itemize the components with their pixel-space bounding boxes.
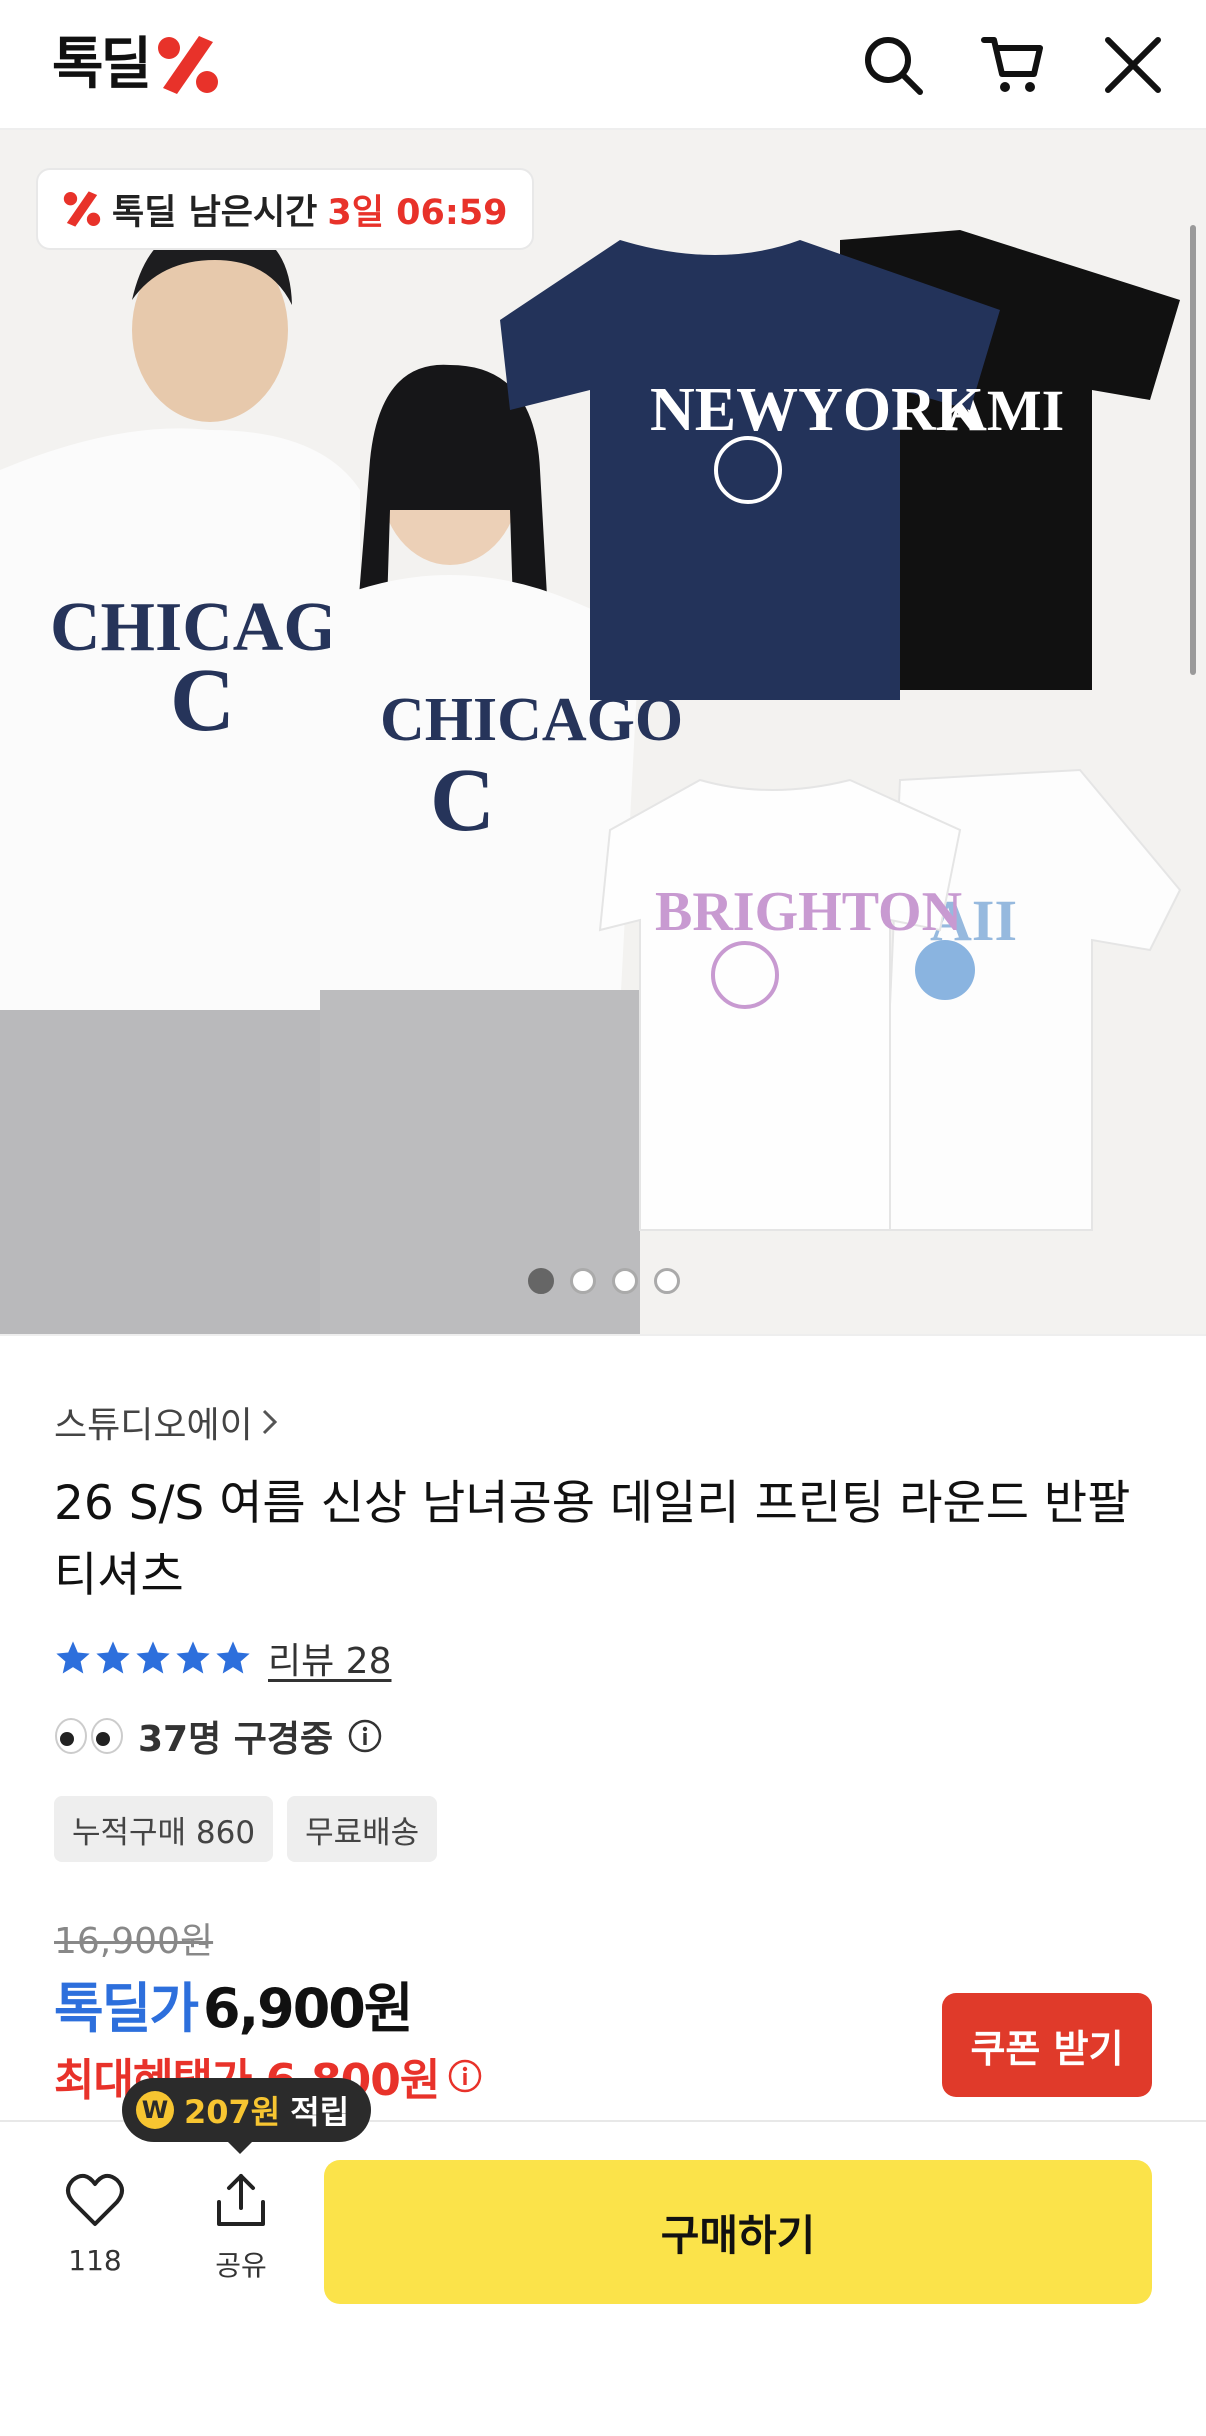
points-amount: 207원 [184,2093,281,2131]
share-icon [217,2174,265,2226]
carousel-indicator [528,1268,680,1294]
carousel-dot[interactable] [528,1268,554,1294]
logo-text: 톡딜 [52,32,152,97]
star-rating [54,1639,252,1677]
viewers-row: 37명 구경중 [54,1710,383,1762]
logo[interactable]: 톡딜 [52,32,221,98]
svg-text:NEWYORK: NEWYORK [650,376,984,444]
original-price: 16,900원 [54,1921,214,1962]
like-count: 118 [68,2244,122,2277]
tag-list: 누적구매 860 무료배송 [54,1796,438,1862]
search-icon[interactable] [860,32,926,98]
svg-text:BRIGHTON: BRIGHTON [655,881,962,943]
app-header: 톡딜 [0,0,1206,130]
coin-icon: W [136,2091,174,2129]
deal-price-value: 6,900원 [203,1977,413,2040]
cart-icon[interactable] [980,32,1046,98]
deal-price-label: 톡딜가 [54,1977,199,2040]
rating-row: 리뷰 28 [54,1632,392,1684]
star-icon [96,1641,130,1674]
svg-text:C: C [430,751,495,850]
heart-icon [66,2173,124,2226]
brand-link[interactable]: 스튜디오에이 [54,1396,281,1448]
product-image-carousel[interactable]: CHICAGO C CHICAGO C AMI NEWYORK AII BRIG… [0,130,1206,1336]
review-link[interactable]: 리뷰 28 [268,1632,392,1684]
star-icon [176,1641,210,1674]
star-icon [136,1641,170,1674]
purchase-count-tag: 누적구매 860 [54,1796,274,1862]
viewers-count: 37명 구경중 [138,1719,334,1760]
like-button[interactable]: 118 [50,2172,140,2277]
bottom-action-bar: 118 공유 구매하기 [0,2120,1206,2436]
coupon-button[interactable]: 쿠폰 받기 [942,1993,1152,2097]
tooltip-tail [226,2140,254,2154]
carousel-dot[interactable] [570,1268,596,1294]
chevron-right-icon [262,1409,277,1435]
product-title: 26 S/S 여름 신상 남녀공용 데일리 프린팅 라운드 반팔 티셔츠 [54,1476,1131,1603]
share-label: 공유 [215,2249,267,2282]
points-tooltip: W 207원 적립 [122,2078,372,2142]
deal-price-row: 톡딜가 6,900원 [54,1964,414,2043]
carousel-dot[interactable] [654,1268,680,1294]
star-icon [216,1641,250,1674]
brand-name: 스튜디오에이 [54,1405,253,1446]
free-shipping-tag: 무료배송 [287,1796,438,1862]
svg-text:C: C [170,651,235,750]
percent-icon [63,191,101,227]
star-icon [56,1641,90,1674]
buy-button[interactable]: 구매하기 [324,2160,1152,2304]
timer-value: 3일 06:59 [327,192,508,233]
points-suffix: 적립 [290,2093,350,2131]
close-icon[interactable] [1100,32,1166,98]
deal-timer-badge: 톡딜 남은시간 3일 06:59 [36,168,534,250]
timer-label: 톡딜 남은시간 [112,192,318,233]
scrollbar[interactable] [1190,225,1196,675]
product-photo: CHICAGO C CHICAGO C AMI NEWYORK AII BRIG… [0,130,1206,1334]
eyes-icon [54,1717,124,1755]
carousel-dot[interactable] [612,1268,638,1294]
share-button[interactable]: 공유 [196,2172,286,2284]
info-icon[interactable] [447,2058,483,2094]
info-icon[interactable] [347,1718,383,1754]
percent-logo-icon [158,36,219,94]
